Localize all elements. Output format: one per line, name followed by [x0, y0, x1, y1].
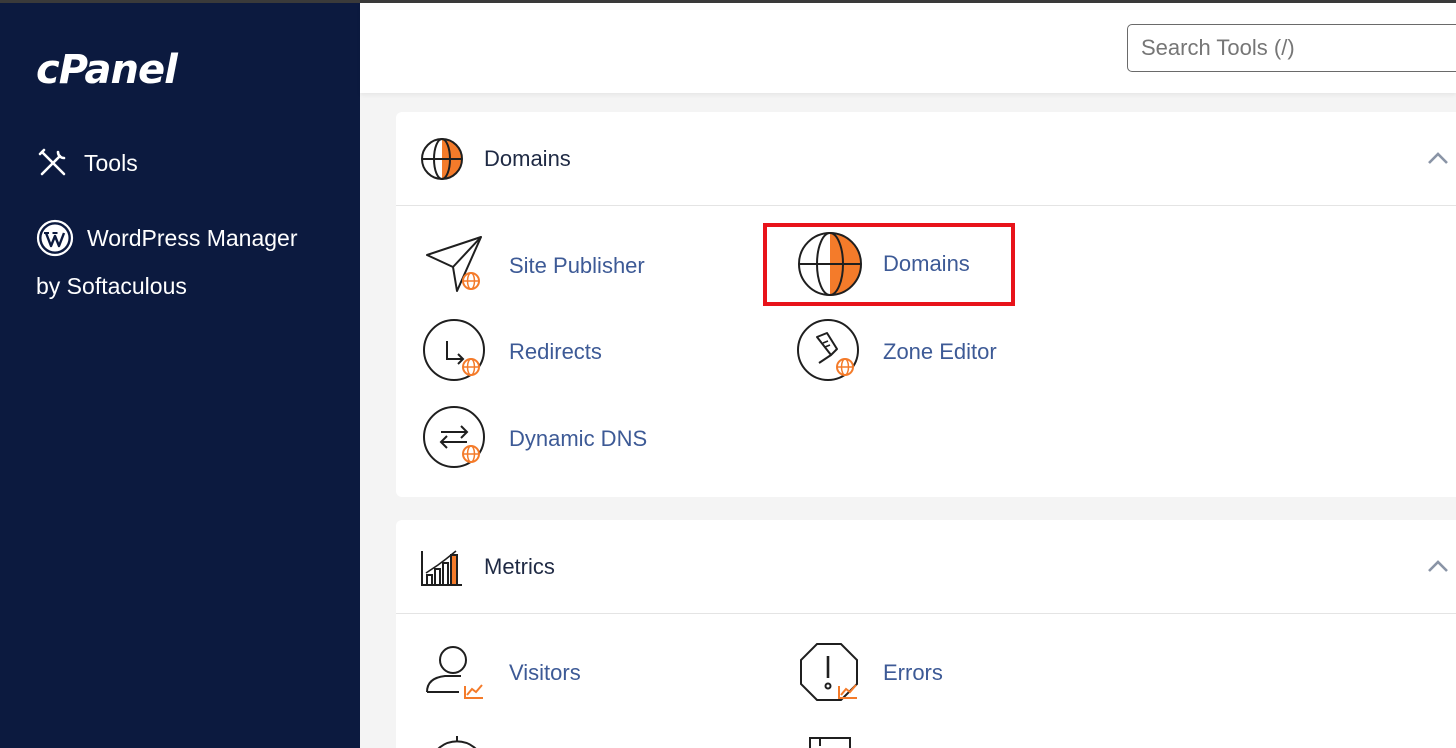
collapse-chevron-icon[interactable]: [1426, 148, 1450, 168]
tool-label: Redirects: [509, 339, 602, 364]
section-title: Metrics: [484, 553, 555, 579]
tool-label: Errors: [883, 660, 943, 685]
tool-label: Domains: [883, 251, 970, 276]
tool-site-publisher[interactable]: Site Publisher: [423, 233, 645, 299]
sidebar: cPanel Tools WordPress Manager by Softac…: [0, 0, 360, 748]
tool-visitors[interactable]: Visitors: [423, 640, 581, 706]
section-header[interactable]: Metrics: [396, 520, 1456, 614]
sidebar-item-sublabel: by Softaculous: [36, 273, 187, 299]
sidebar-item-wordpress-manager[interactable]: WordPress Manager by Softaculous: [36, 214, 336, 310]
section-title: Domains: [484, 145, 571, 171]
errors-icon: [800, 643, 858, 701]
gauge-icon: [437, 736, 477, 748]
redirect-icon: [423, 319, 485, 381]
tool-label: Zone Editor: [883, 339, 997, 364]
top-header: [360, 3, 1456, 93]
document-icon: [809, 737, 851, 748]
collapse-chevron-icon[interactable]: [1426, 556, 1450, 576]
globe-icon: [798, 232, 862, 296]
tool-label: Dynamic DNS: [509, 426, 648, 451]
sidebar-item-tools[interactable]: Tools: [36, 146, 138, 180]
window-top-border: [0, 0, 1456, 3]
bar-chart-icon: [421, 549, 462, 586]
metrics-section: Metrics Visitors Errors: [396, 520, 1456, 748]
zone-editor-icon: [797, 319, 859, 381]
tool-redirects[interactable]: Redirects: [423, 319, 602, 385]
dynamic-dns-icon: [423, 406, 485, 468]
tool-zone-editor[interactable]: Zone Editor: [797, 319, 997, 385]
search-tools-input[interactable]: [1127, 24, 1456, 72]
wordpress-icon: [36, 219, 74, 257]
tool-dynamic-dns[interactable]: Dynamic DNS: [423, 406, 647, 472]
tool-errors[interactable]: Errors: [797, 640, 943, 706]
globe-icon: [421, 137, 463, 180]
tool-label: Visitors: [509, 660, 581, 685]
domains-section: Domains Site Publisher Domains Redirects…: [396, 112, 1456, 497]
tools-icon: [38, 148, 66, 176]
tool-domains[interactable]: Domains: [797, 231, 970, 297]
cpanel-logo[interactable]: cPanel: [36, 50, 178, 90]
tool-label: Site Publisher: [509, 253, 645, 278]
sidebar-item-label: WordPress Manager: [87, 225, 298, 251]
visitors-icon: [426, 646, 483, 699]
section-header[interactable]: Domains: [396, 112, 1456, 206]
sidebar-item-label: Tools: [84, 149, 138, 176]
paper-plane-icon: [426, 236, 482, 292]
